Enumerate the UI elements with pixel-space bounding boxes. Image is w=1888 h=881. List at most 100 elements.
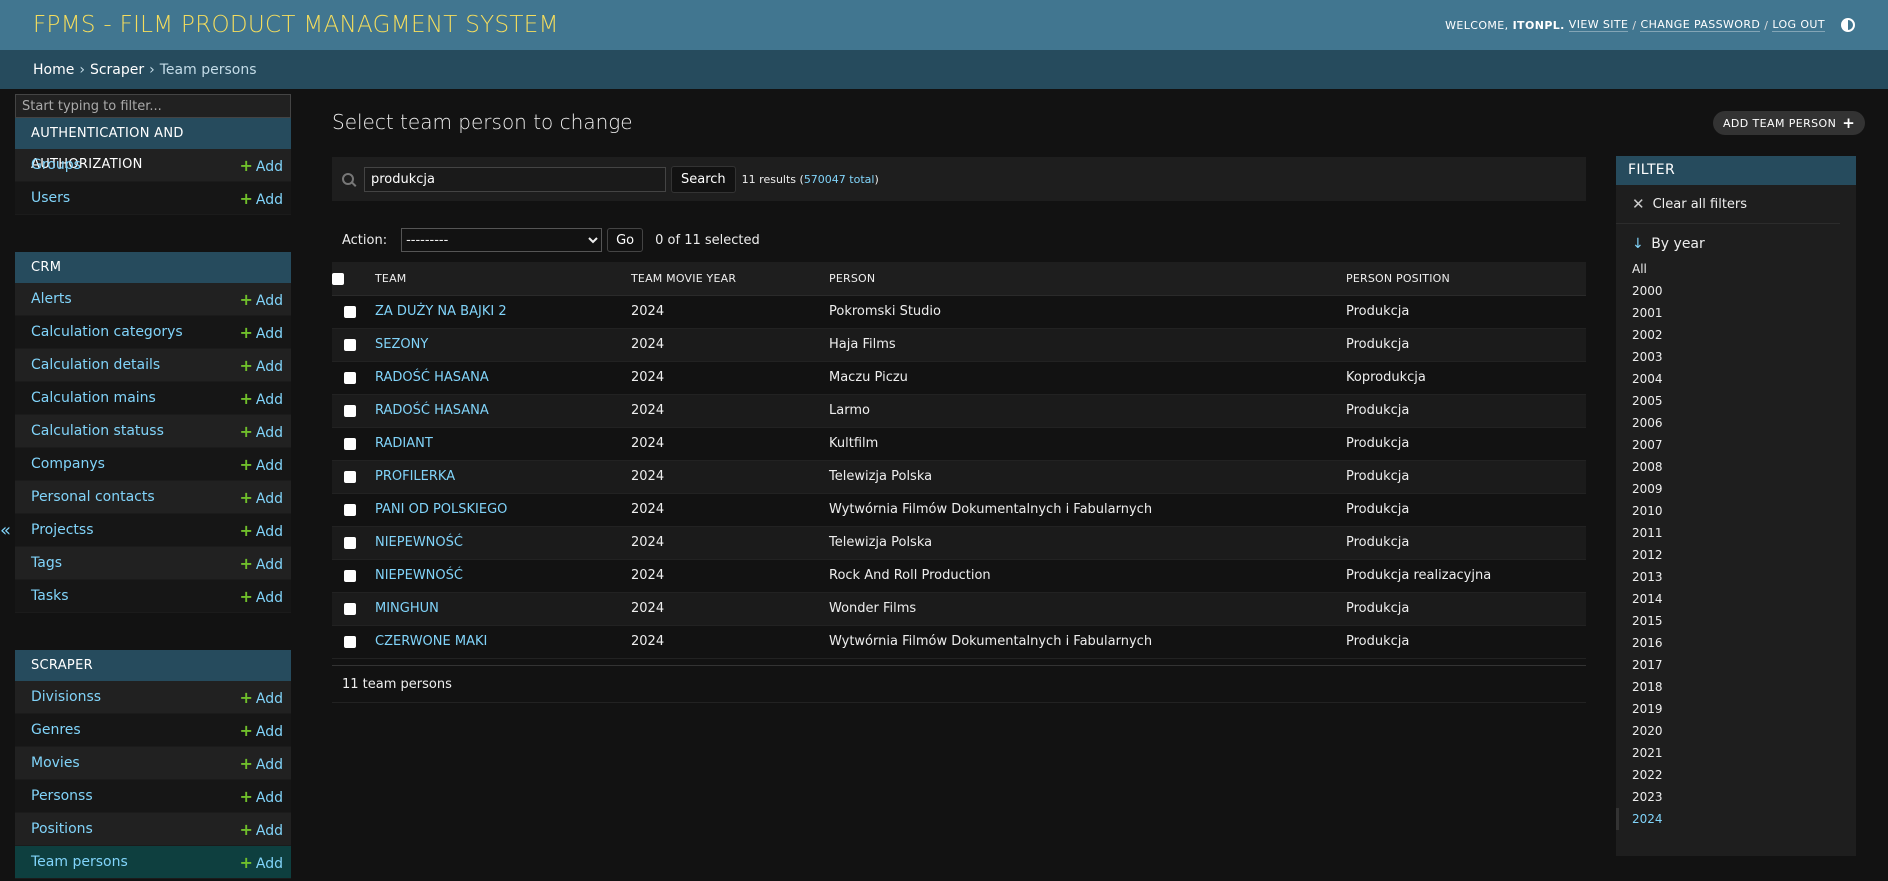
- add-button[interactable]: + Add: [239, 290, 283, 309]
- model-link[interactable]: Alerts: [31, 291, 72, 307]
- filter-option[interactable]: 2022: [1632, 764, 1856, 786]
- model-link[interactable]: Calculation mains: [31, 390, 156, 406]
- column-header-person[interactable]: PERSON: [821, 262, 1338, 296]
- filter-option[interactable]: 2001: [1632, 302, 1856, 324]
- model-link[interactable]: Companys: [31, 456, 105, 472]
- add-button[interactable]: + Add: [239, 754, 283, 773]
- filter-option[interactable]: 2004: [1632, 368, 1856, 390]
- model-link[interactable]: Team persons: [31, 854, 128, 870]
- row-checkbox[interactable]: [343, 338, 356, 351]
- model-link[interactable]: Genres: [31, 722, 81, 738]
- filter-option[interactable]: 2010: [1632, 500, 1856, 522]
- add-team-person-button[interactable]: ADD TEAM PERSON +: [1713, 111, 1866, 135]
- nav-filter-input[interactable]: [15, 94, 291, 118]
- row-checkbox[interactable]: [343, 536, 356, 549]
- model-link[interactable]: Tags: [31, 555, 62, 571]
- filter-by-year-heading[interactable]: ↓ By year: [1616, 224, 1856, 258]
- model-link[interactable]: Calculation categorys: [31, 324, 183, 340]
- row-checkbox[interactable]: [343, 569, 356, 582]
- total-link[interactable]: 570047 total: [804, 173, 875, 186]
- model-link[interactable]: Positions: [31, 821, 93, 837]
- filter-option[interactable]: 2016: [1632, 632, 1856, 654]
- site-branding[interactable]: FPMS - FILM PRODUCT MANAGMENT SYSTEM: [33, 12, 559, 38]
- row-checkbox[interactable]: [343, 437, 356, 450]
- filter-option[interactable]: 2000: [1632, 280, 1856, 302]
- app-caption[interactable]: CRM: [15, 252, 291, 283]
- filter-option[interactable]: 2023: [1632, 786, 1856, 808]
- filter-option[interactable]: 2020: [1632, 720, 1856, 742]
- go-button[interactable]: Go: [607, 228, 644, 252]
- team-link[interactable]: ZA DUŻY NA BAJKI 2: [375, 304, 507, 319]
- filter-option[interactable]: 2019: [1632, 698, 1856, 720]
- filter-option[interactable]: 2003: [1632, 346, 1856, 368]
- log-out-link[interactable]: LOG OUT: [1772, 18, 1825, 32]
- theme-toggle-icon[interactable]: [1841, 18, 1855, 32]
- filter-option[interactable]: 2002: [1632, 324, 1856, 346]
- row-checkbox[interactable]: [343, 602, 356, 615]
- add-button[interactable]: + Add: [239, 488, 283, 507]
- action-select[interactable]: ---------: [401, 228, 603, 252]
- filter-option[interactable]: 2017: [1632, 654, 1856, 676]
- filter-option[interactable]: 2008: [1632, 456, 1856, 478]
- filter-option[interactable]: 2012: [1632, 544, 1856, 566]
- filter-option-selected[interactable]: 2024: [1616, 808, 1856, 830]
- app-caption[interactable]: AUTHENTICATION AND AUTHORIZATION: [15, 118, 291, 172]
- model-link[interactable]: Groups: [31, 157, 81, 173]
- add-button[interactable]: + Add: [239, 587, 283, 606]
- search-button[interactable]: Search: [671, 165, 736, 193]
- clear-filters-link[interactable]: ✕ Clear all filters: [1616, 185, 1840, 224]
- row-checkbox[interactable]: [343, 404, 356, 417]
- team-link[interactable]: NIEPEWNOŚĆ: [375, 535, 463, 550]
- add-button[interactable]: + Add: [239, 721, 283, 740]
- row-checkbox[interactable]: [343, 635, 356, 648]
- team-link[interactable]: NIEPEWNOŚĆ: [375, 568, 463, 583]
- column-header-team[interactable]: TEAM: [367, 262, 623, 296]
- view-site-link[interactable]: VIEW SITE: [1568, 18, 1629, 32]
- app-caption[interactable]: SCRAPER: [15, 650, 291, 681]
- add-button[interactable]: + Add: [239, 389, 283, 408]
- row-checkbox[interactable]: [343, 305, 356, 318]
- change-password-link[interactable]: CHANGE PASSWORD: [1640, 18, 1761, 32]
- row-checkbox[interactable]: [343, 371, 356, 384]
- add-button[interactable]: + Add: [239, 455, 283, 474]
- add-button[interactable]: + Add: [239, 688, 283, 707]
- add-button[interactable]: + Add: [239, 356, 283, 375]
- model-link[interactable]: Projectss: [31, 522, 94, 538]
- row-checkbox[interactable]: [343, 470, 356, 483]
- filter-option[interactable]: 2005: [1632, 390, 1856, 412]
- breadcrumb-home[interactable]: Home: [33, 62, 74, 78]
- breadcrumb-app[interactable]: Scraper: [90, 62, 144, 78]
- add-button[interactable]: + Add: [239, 787, 283, 806]
- add-button[interactable]: + Add: [239, 323, 283, 342]
- filter-option[interactable]: 2013: [1632, 566, 1856, 588]
- filter-option[interactable]: 2009: [1632, 478, 1856, 500]
- filter-option[interactable]: 2018: [1632, 676, 1856, 698]
- model-link[interactable]: Calculation details: [31, 357, 160, 373]
- model-link[interactable]: Users: [31, 190, 70, 206]
- model-link[interactable]: Calculation statuss: [31, 423, 164, 439]
- filter-option[interactable]: All: [1632, 258, 1856, 280]
- model-link[interactable]: Movies: [31, 755, 80, 771]
- filter-option[interactable]: 2006: [1632, 412, 1856, 434]
- model-link[interactable]: Tasks: [31, 588, 69, 604]
- add-button[interactable]: + Add: [239, 422, 283, 441]
- model-link[interactable]: Personal contacts: [31, 489, 155, 505]
- team-link[interactable]: RADOŚĆ HASANA: [375, 403, 489, 418]
- add-button[interactable]: + Add: [239, 189, 283, 208]
- team-link[interactable]: RADOŚĆ HASANA: [375, 370, 489, 385]
- filter-option[interactable]: 2011: [1632, 522, 1856, 544]
- add-button[interactable]: + Add: [239, 853, 283, 872]
- add-button[interactable]: + Add: [239, 820, 283, 839]
- row-checkbox[interactable]: [343, 503, 356, 516]
- filter-option[interactable]: 2015: [1632, 610, 1856, 632]
- team-link[interactable]: CZERWONE MAKI: [375, 634, 487, 649]
- column-header-year[interactable]: TEAM MOVIE YEAR: [623, 262, 821, 296]
- model-link[interactable]: Divisionss: [31, 689, 101, 705]
- add-button[interactable]: + Add: [239, 521, 283, 540]
- select-all-checkbox[interactable]: [332, 272, 344, 285]
- column-header-position[interactable]: PERSON POSITION: [1338, 262, 1586, 296]
- filter-option[interactable]: 2007: [1632, 434, 1856, 456]
- team-link[interactable]: MINGHUN: [375, 601, 439, 616]
- team-link[interactable]: PANI OD POLSKIEGO: [375, 502, 507, 517]
- filter-option[interactable]: 2014: [1632, 588, 1856, 610]
